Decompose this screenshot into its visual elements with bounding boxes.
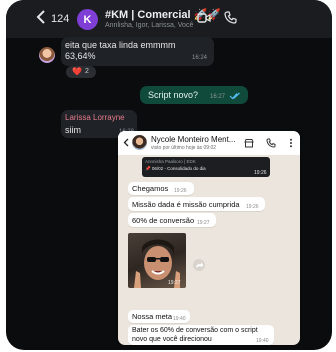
message-text: Chegamos: [132, 184, 169, 193]
back-arrow-icon[interactable]: [123, 138, 129, 147]
reaction-count: 2: [85, 68, 89, 75]
sender-avatar[interactable]: [39, 47, 55, 63]
message-bubble-incoming[interactable]: Bater os 60% de conversão com o script n…: [128, 325, 274, 345]
contact-avatar[interactable]: [132, 135, 147, 150]
message-text: Nossa meta: [132, 312, 173, 321]
message-text: 63,64%: [65, 51, 96, 61]
phone-call-icon[interactable]: [266, 138, 276, 148]
reaction-badge[interactable]: ❤️ 2: [66, 66, 96, 78]
shop-icon[interactable]: [244, 138, 254, 148]
forward-icon[interactable]: [193, 259, 205, 271]
message-bubble-incoming[interactable]: Missão dada é missão cumprida 19:26: [128, 197, 265, 211]
message-text: 60% de conversão: [132, 216, 195, 225]
photo-time: 19:27: [168, 280, 181, 286]
message-time: 16:24: [192, 55, 208, 61]
message-text: Bater os 60% de conversão com o script: [132, 327, 258, 334]
unread-count[interactable]: 124: [51, 13, 69, 25]
forwarded-preview[interactable]: Annnisha Paalsoro | EDK 📌 06/02 - Consol…: [142, 157, 270, 177]
more-options-icon[interactable]: [286, 138, 296, 148]
message-time: 19:40: [256, 338, 269, 344]
preview-sender: Annnisha Paalsoro | EDK: [145, 159, 196, 164]
message-time: 19:40: [173, 316, 186, 322]
preview-time: 19:26: [254, 170, 267, 176]
message-time: 19:26: [246, 204, 259, 210]
contact-name[interactable]: Nycole Monteiro Ment...: [151, 135, 235, 144]
chat-header: 124 K #KM | Comercial 🚀🚀 Annlisha, Igor,…: [6, 0, 332, 38]
direct-chat-screen: Nycole Monteiro Ment... visto por último…: [118, 131, 300, 345]
video-call-icon[interactable]: [197, 12, 211, 24]
group-members: Annlisha, Igor, Larissa, Você: [105, 22, 194, 29]
message-bubble-incoming[interactable]: eita que taxa linda emmmm 63,64% 16:24: [61, 37, 214, 66]
message-text: eita que taxa linda emmmm: [65, 40, 176, 50]
message-bubble-incoming[interactable]: Nossa meta 19:40: [128, 310, 190, 323]
message-text: Missão dada é missão cumprida: [132, 200, 240, 209]
phone-call-icon[interactable]: [224, 11, 237, 24]
group-avatar[interactable]: K: [77, 9, 98, 30]
chat-header: Nycole Monteiro Ment... visto por último…: [118, 131, 300, 155]
back-arrow-icon[interactable]: [36, 10, 46, 24]
message-time: 19:27: [197, 220, 210, 226]
message-time: 16:27: [210, 94, 226, 100]
message-bubble-incoming[interactable]: 60% de conversão 19:27: [128, 213, 216, 227]
sender-name[interactable]: Larissa Lorrayne: [65, 113, 125, 122]
heart-icon: ❤️: [72, 67, 82, 76]
message-bubble-incoming[interactable]: Chegamos 19:26: [128, 182, 194, 195]
message-text: novo que você direcionou: [132, 336, 212, 343]
message-bubble-outgoing[interactable]: Script novo? 16:27: [140, 86, 248, 104]
message-text: siim: [65, 125, 81, 135]
message-time: 19:26: [174, 188, 187, 194]
read-check-icon: [229, 92, 240, 100]
message-text: Script novo?: [148, 90, 199, 100]
photo-message[interactable]: 19:27: [128, 233, 186, 288]
preview-text: 📌 06/02 - Consolidado do dia: [145, 166, 206, 171]
last-seen: visto por último hoje às 09:02: [151, 145, 217, 151]
